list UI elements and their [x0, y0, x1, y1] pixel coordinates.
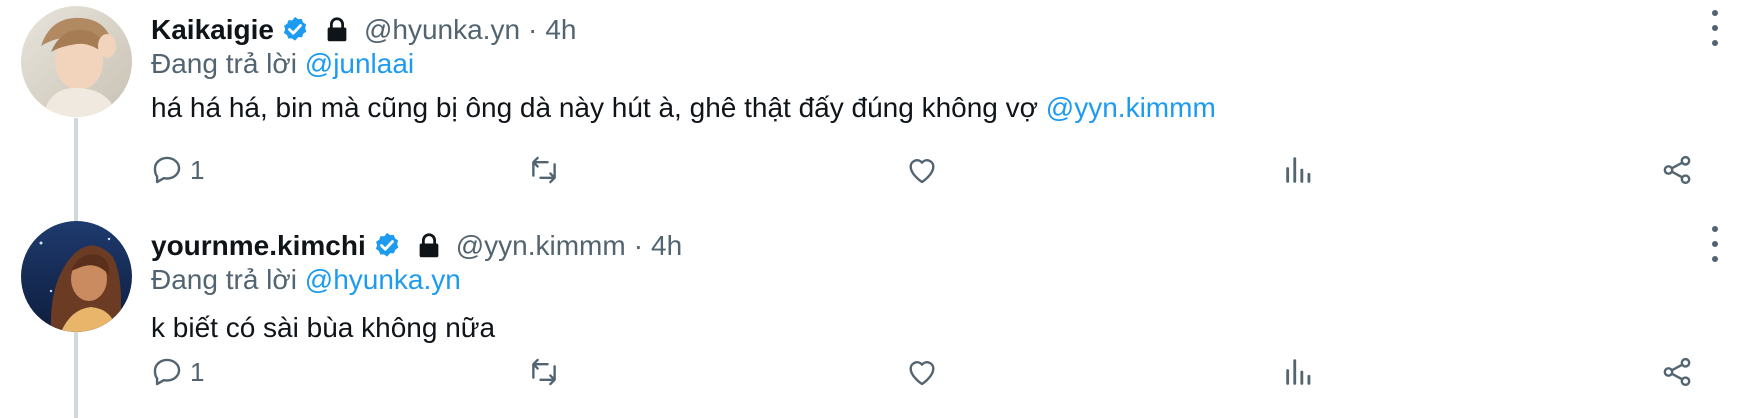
- user-handle[interactable]: @hyunka.yn: [364, 14, 520, 46]
- tweet-header: Kaikaigie @hyunka.yn · 4h: [151, 12, 577, 48]
- tweet-text-mention[interactable]: @yyn.kimmm: [1046, 92, 1216, 123]
- timestamp[interactable]: 4h: [651, 230, 682, 262]
- avatar-image: [21, 221, 132, 332]
- more-vertical-icon[interactable]: [1700, 10, 1730, 46]
- reply-tweet[interactable]: Kaikaigie @hyunka.yn · 4h Đang trả lời @…: [0, 0, 1751, 216]
- reply-count: 1: [190, 356, 205, 387]
- like-button[interactable]: [905, 350, 939, 394]
- action-bar: 1: [0, 350, 1751, 394]
- tweet-text-body: há há há, bin mà cũng bị ông dà này hút …: [151, 92, 1046, 123]
- reply-button[interactable]: 1: [150, 350, 204, 394]
- like-button[interactable]: [905, 148, 939, 192]
- replying-to-line: Đang trả lời @junlaai: [151, 48, 414, 80]
- heart-icon: [909, 361, 935, 386]
- avatar[interactable]: [21, 221, 132, 332]
- views-icon: [1286, 157, 1311, 183]
- avatar-image: [21, 6, 132, 117]
- share-button[interactable]: [1660, 350, 1694, 394]
- reply-icon: [153, 358, 181, 386]
- replying-to-line: Đang trả lời @hyunka.yn: [151, 264, 461, 296]
- avatar[interactable]: [21, 6, 132, 117]
- timestamp[interactable]: 4h: [545, 14, 576, 46]
- tweet-text-body: k biết có sài bùa không nữa: [151, 312, 496, 343]
- tweet-text: k biết có sài bùa không nữa: [151, 312, 495, 344]
- separator-dot: ·: [528, 14, 538, 45]
- tweet-text: há há há, bin mà cũng bị ông dà này hút …: [151, 92, 1216, 124]
- display-name[interactable]: Kaikaigie: [151, 14, 274, 46]
- heart-icon: [909, 159, 935, 184]
- verified-badge-icon: [375, 232, 399, 257]
- retweet-icon: [532, 358, 556, 386]
- more-vertical-icon[interactable]: [1700, 226, 1730, 262]
- reply-icon: [153, 156, 181, 184]
- action-bar: 1: [0, 148, 1751, 192]
- user-handle[interactable]: @yyn.kimmm: [456, 230, 626, 262]
- replying-to-label: Đang trả lời: [151, 48, 305, 79]
- views-button[interactable]: [1282, 350, 1316, 394]
- retweet-button[interactable]: [527, 350, 561, 394]
- share-icon: [1663, 155, 1691, 185]
- views-button[interactable]: [1282, 148, 1316, 192]
- lock-icon: [327, 17, 347, 42]
- replying-to-mention[interactable]: @hyunka.yn: [305, 264, 461, 295]
- views-icon: [1286, 359, 1311, 385]
- reply-count: 1: [190, 154, 205, 185]
- share-icon: [1663, 357, 1691, 387]
- reply-button[interactable]: 1: [150, 148, 204, 192]
- tweet-header: yournme.kimchi @yyn.kimmm · 4h: [151, 228, 682, 264]
- verified-badge-icon: [283, 16, 307, 41]
- replying-to-mention[interactable]: @junlaai: [305, 48, 414, 79]
- share-button[interactable]: [1660, 148, 1694, 192]
- lock-icon: [419, 233, 439, 258]
- retweet-icon: [532, 156, 556, 184]
- display-name[interactable]: yournme.kimchi: [151, 230, 366, 262]
- replying-to-label: Đang trả lời: [151, 264, 305, 295]
- separator-dot: ·: [633, 230, 644, 261]
- reply-tweet[interactable]: yournme.kimchi @yyn.kimmm · 4h Đang trả …: [0, 216, 1751, 418]
- retweet-button[interactable]: [527, 148, 561, 192]
